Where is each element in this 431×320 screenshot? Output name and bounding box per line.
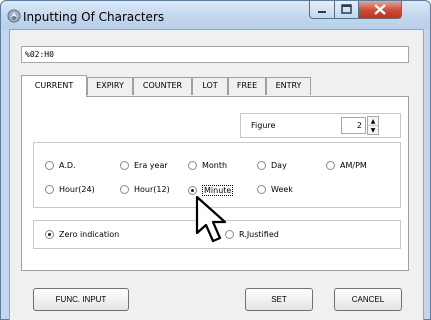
minimize-button[interactable] bbox=[309, 1, 335, 19]
radio-indicator bbox=[120, 185, 129, 194]
radio-label: Era year bbox=[134, 161, 168, 170]
close-button[interactable] bbox=[358, 1, 402, 19]
maximize-button[interactable] bbox=[334, 1, 359, 19]
radio-indicator bbox=[120, 161, 129, 170]
func-input-button[interactable]: FUNC. INPUT bbox=[33, 288, 129, 311]
radio-indicator-selected bbox=[188, 186, 197, 195]
tab-counter[interactable]: COUNTER bbox=[133, 77, 192, 95]
radio-hour-12[interactable]: Hour(12) bbox=[120, 185, 170, 194]
radio-era-year[interactable]: Era year bbox=[120, 161, 168, 170]
radio-am-pm[interactable]: AM/PM bbox=[326, 161, 367, 170]
window-title: Inputting Of Characters bbox=[23, 10, 165, 24]
set-button[interactable]: SET bbox=[245, 288, 313, 311]
radio-label: Hour(12) bbox=[134, 185, 170, 194]
close-icon bbox=[374, 4, 386, 15]
radio-day[interactable]: Day bbox=[257, 161, 287, 170]
radio-label: Zero indication bbox=[59, 230, 120, 239]
radio-hour-24[interactable]: Hour(24) bbox=[45, 185, 95, 194]
title-bar[interactable]: Inputting Of Characters bbox=[1, 1, 430, 29]
radio-week[interactable]: Week bbox=[257, 185, 293, 194]
radio-label: Hour(24) bbox=[59, 185, 95, 194]
radio-ad[interactable]: A.D. bbox=[45, 161, 76, 170]
radio-month[interactable]: Month bbox=[188, 161, 227, 170]
radio-zero-indication[interactable]: Zero indication bbox=[45, 230, 119, 239]
radio-indicator bbox=[326, 161, 335, 170]
figure-spinner: ▲ ▼ bbox=[367, 116, 379, 135]
radio-indicator bbox=[45, 161, 54, 170]
tab-current[interactable]: CURRENT bbox=[21, 75, 87, 97]
tab-expiry[interactable]: EXPIRY bbox=[87, 77, 133, 95]
radio-indicator bbox=[188, 161, 197, 170]
radio-indicator bbox=[45, 185, 54, 194]
radio-label: AM/PM bbox=[340, 161, 367, 170]
figure-value-input[interactable]: 2 bbox=[341, 117, 366, 134]
mouse-pointer-icon bbox=[195, 195, 227, 243]
figure-label: Figure bbox=[251, 121, 276, 130]
tab-entry[interactable]: ENTRY bbox=[266, 77, 311, 95]
radio-label: Month bbox=[202, 161, 228, 170]
spin-up-button[interactable]: ▲ bbox=[368, 117, 378, 126]
radio-indicator bbox=[257, 185, 266, 194]
maximize-icon bbox=[341, 4, 352, 14]
radio-indicator bbox=[257, 161, 266, 170]
radio-label: R.Justified bbox=[239, 230, 279, 239]
character-input-field[interactable]: %02:H0 bbox=[21, 46, 409, 63]
radio-label: A.D. bbox=[59, 161, 76, 170]
app-icon bbox=[7, 9, 21, 23]
radio-indicator-selected bbox=[45, 230, 54, 239]
minimize-icon bbox=[318, 11, 326, 13]
caret-down-icon: ▼ bbox=[370, 127, 376, 134]
tab-lot[interactable]: LOT bbox=[192, 77, 228, 95]
radio-label: Day bbox=[271, 161, 287, 170]
caret-up-icon: ▲ bbox=[370, 118, 376, 125]
spin-down-button[interactable]: ▼ bbox=[368, 126, 378, 135]
tab-free[interactable]: FREE bbox=[228, 77, 266, 95]
cancel-button[interactable]: CANCEL bbox=[334, 288, 402, 311]
radio-label: Week bbox=[271, 185, 293, 194]
